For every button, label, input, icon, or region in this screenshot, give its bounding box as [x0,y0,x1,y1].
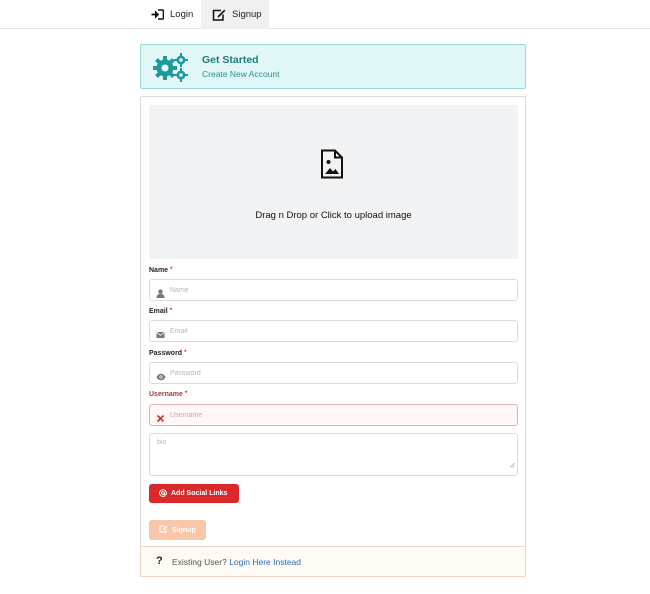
bio-field-wrap [149,433,518,476]
get-started-banner: Get Started Create New Account [140,44,526,89]
sign-in-icon [151,9,164,20]
name-label: Name * [149,267,172,274]
signup-form: Drag n Drop or Click to upload image Nam… [140,96,526,547]
signup-button-label: Signup [172,526,196,534]
tab-signup-label: Signup [232,9,262,20]
required-mark: * [184,391,188,397]
eye-icon [156,368,166,386]
tab-signup[interactable]: Signup [201,0,269,29]
tab-login[interactable]: Login [141,0,201,29]
email-field-wrap [149,320,518,342]
email-label: Email * [149,308,172,315]
existing-user-prompt: Existing User? [172,557,227,567]
envelope-icon [156,326,165,344]
bio-textarea[interactable] [150,434,517,475]
edit-icon [159,525,168,535]
login-instead-link[interactable]: Login Here Instead [229,557,301,567]
edit-icon [212,9,226,21]
gears-icon [153,52,189,87]
resize-grip-icon[interactable] [509,455,515,473]
file-image-icon [320,149,344,184]
existing-user-message: ? Existing User? Login Here Instead [140,546,526,577]
question-icon: ? [156,555,163,567]
required-mark: * [169,308,173,314]
password-input[interactable] [170,366,510,380]
at-icon [159,488,167,499]
banner-title: Get Started [202,54,259,66]
tab-login-label: Login [170,9,194,20]
required-mark: * [184,350,187,356]
user-icon [156,285,165,303]
banner-subtitle: Create New Account [202,69,280,79]
existing-user-text: Existing User? Login Here Instead [172,557,301,567]
username-label: Username * [149,391,187,398]
username-input[interactable] [170,408,510,422]
username-label-text: Username [149,391,183,398]
image-upload-dropzone[interactable]: Drag n Drop or Click to upload image [149,105,518,259]
name-input[interactable] [170,283,510,297]
password-label: Password * [149,350,186,357]
add-social-links-label: Add Social Links [171,490,228,497]
email-input[interactable] [170,324,510,338]
email-label-text: Email [149,308,168,315]
signup-button[interactable]: Signup [149,520,206,540]
add-social-links-button[interactable]: Add Social Links [149,484,239,503]
upload-instructions: Drag n Drop or Click to upload image [255,210,412,221]
required-mark: * [170,267,173,273]
close-icon [156,410,165,428]
name-field-wrap [149,279,518,301]
name-label-text: Name [149,267,169,274]
password-label-text: Password [149,350,183,357]
username-field-wrap [149,404,518,426]
top-nav: Login Signup [0,0,650,29]
password-field-wrap [149,362,518,384]
